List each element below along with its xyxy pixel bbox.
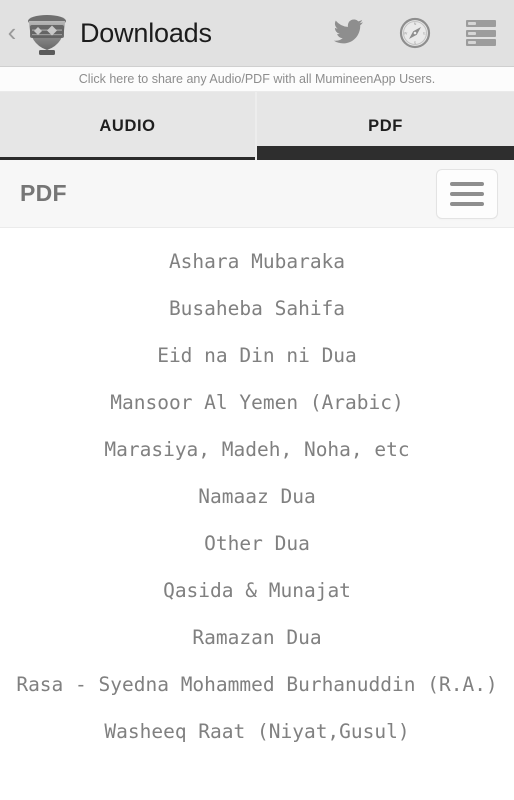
list-item[interactable]: Rasa - Syedna Mohammed Burhanuddin (R.A.… [0, 661, 514, 708]
section-header: PDF [0, 160, 514, 228]
header-actions: N S E W [332, 16, 498, 50]
list-item[interactable]: Ramazan Dua [0, 614, 514, 661]
app-header: ‹ Downloads N S E W [0, 0, 514, 67]
list-item[interactable]: Eid na Din ni Dua [0, 332, 514, 379]
list-item[interactable]: Mansoor Al Yemen (Arabic) [0, 379, 514, 426]
list-item-label: Qasida & Munajat [163, 579, 351, 602]
list-item[interactable]: Washeeq Raat (Niyat,Gusul) [0, 708, 514, 755]
tab-audio-label: AUDIO [99, 116, 156, 135]
list-item-label: Eid na Din ni Dua [157, 344, 357, 367]
pdf-list: Ashara Mubaraka Busaheba Sahifa Eid na D… [0, 228, 514, 800]
hamburger-bar [450, 181, 484, 186]
hamburger-icon[interactable] [436, 168, 498, 219]
list-item[interactable]: Qasida & Munajat [0, 567, 514, 614]
list-item-label: Mansoor Al Yemen (Arabic) [110, 391, 404, 414]
downloads-screen: ‹ Downloads N S E W Click here to share … [0, 0, 514, 800]
back-button[interactable]: ‹ [4, 19, 20, 45]
page-title: Downloads [80, 17, 212, 48]
list-item[interactable]: Ashara Mubaraka [0, 238, 514, 285]
hamburger-bar [450, 191, 484, 196]
share-banner-text: Click here to share any Audio/PDF with a… [78, 72, 436, 86]
list-item-label: Busaheba Sahifa [168, 297, 346, 320]
list-item[interactable]: Marasiya, Madeh, Noha, etc [0, 426, 514, 473]
list-item[interactable]: Other Dua [0, 520, 514, 567]
compass-icon[interactable]: N S E W [398, 16, 432, 50]
list-menu-row [466, 20, 496, 27]
list-menu-row [466, 29, 496, 37]
svg-text:W: W [404, 31, 408, 35]
list-item[interactable]: Namaaz Dua [0, 473, 514, 520]
tab-audio[interactable]: AUDIO [0, 92, 257, 160]
list-menu-icon[interactable] [464, 16, 498, 50]
list-item[interactable]: Busaheba Sahifa [0, 285, 514, 332]
hamburger-bar [450, 201, 484, 206]
tab-bar: AUDIO PDF [0, 92, 514, 160]
urn-logo-icon [21, 8, 73, 58]
list-item-label: Other Dua [204, 532, 310, 555]
svg-text:N: N [414, 22, 417, 26]
list-item-label: Ashara Mubaraka [168, 250, 346, 273]
list-item-label: Namaaz Dua [198, 485, 316, 508]
list-item-label: Marasiya, Madeh, Noha, etc [104, 438, 410, 461]
tab-pdf-label: PDF [368, 116, 403, 135]
twitter-icon[interactable] [332, 16, 366, 50]
share-banner[interactable]: Click here to share any Audio/PDF with a… [0, 67, 514, 92]
list-item-label: Rasa - Syedna Mohammed Burhanuddin (R.A.… [16, 673, 498, 696]
list-item-label: Ramazan Dua [192, 626, 322, 649]
section-title: PDF [20, 180, 67, 206]
list-item-label: Washeeq Raat (Niyat,Gusul) [104, 720, 410, 743]
tab-pdf[interactable]: PDF [257, 92, 514, 160]
list-menu-row [466, 39, 496, 46]
